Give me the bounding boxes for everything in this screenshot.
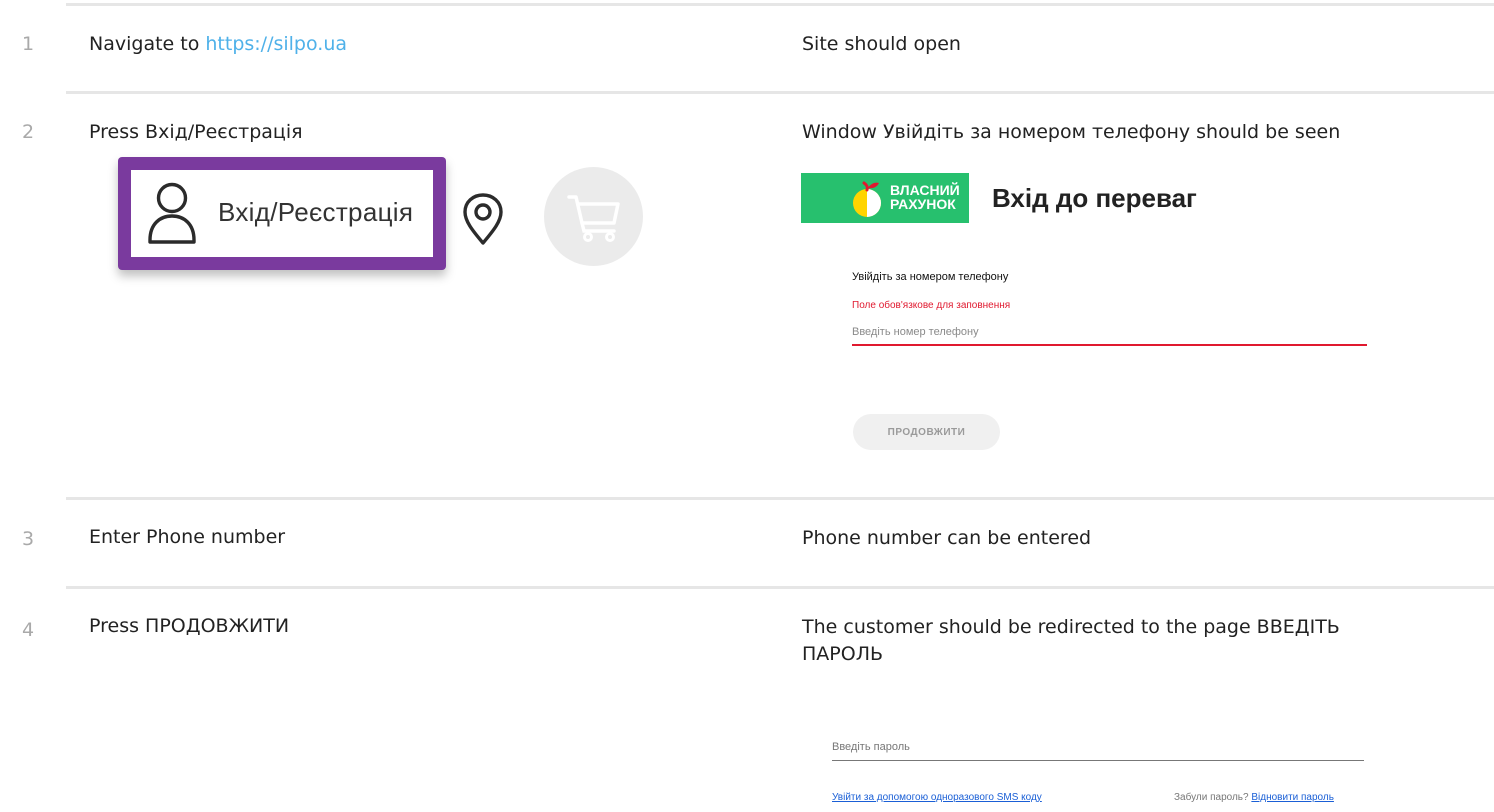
step-expected: Phone number can be entered: [802, 527, 1092, 549]
row-divider: [66, 91, 1494, 94]
row-divider: [66, 586, 1494, 589]
step-action: Press Вхід/Реєстрація: [89, 121, 303, 143]
phone-field-label: Увійдіть за номером телефону: [852, 271, 1009, 283]
user-icon: [146, 180, 198, 250]
brand-line-1: ВЛАСНИЙ: [890, 182, 960, 198]
phone-error-message: Поле обов'язкове для заповнення: [852, 300, 1011, 311]
location-pin-icon[interactable]: [460, 192, 506, 250]
forgot-password-prefix: Забули пароль?: [1174, 792, 1252, 803]
restore-password-link[interactable]: Відновити пароль: [1251, 792, 1334, 803]
brand-badge: ВЛАСНИЙ РАХУНОК: [801, 173, 969, 223]
cart-button[interactable]: [544, 167, 643, 266]
login-label: Вхід/Реєстрація: [218, 197, 414, 227]
step-action: Enter Phone number: [89, 526, 286, 548]
step-expected: Window Увійдіть за номером телефону shou…: [802, 121, 1341, 143]
step-action-text: Navigate to: [89, 33, 206, 55]
step-expected: The customer should be redirected to the…: [802, 616, 1340, 665]
step-number: 3: [22, 528, 35, 550]
password-input[interactable]: [832, 734, 1364, 761]
row-divider: [66, 497, 1494, 500]
continue-button[interactable]: ПРОДОВЖИТИ: [853, 414, 1000, 450]
cart-icon: [566, 191, 622, 247]
login-form-title: Вхід до переваг: [992, 183, 1197, 213]
login-button[interactable]: Вхід/Реєстрація: [131, 170, 433, 257]
step-expected: Site should open: [802, 33, 961, 55]
site-link[interactable]: https://silpo.ua: [205, 33, 347, 55]
step-action: Navigate to https://silpo.ua: [89, 33, 347, 55]
step-action: Press ПРОДОВЖИТИ: [89, 615, 290, 637]
step-number: 1: [22, 33, 35, 55]
step-number: 4: [22, 619, 35, 641]
step-number: 2: [22, 121, 35, 143]
sms-login-link[interactable]: Увійти за допомогою одноразового SMS код…: [832, 792, 1042, 803]
top-divider: [66, 3, 1494, 6]
apple-logo-icon: [849, 179, 885, 223]
brand-line-2: РАХУНОК: [890, 196, 956, 212]
phone-input[interactable]: [852, 320, 1367, 346]
login-button-highlight: Вхід/Реєстрація: [118, 157, 446, 270]
forgot-password-text: Забули пароль? Відновити пароль: [1174, 792, 1334, 803]
